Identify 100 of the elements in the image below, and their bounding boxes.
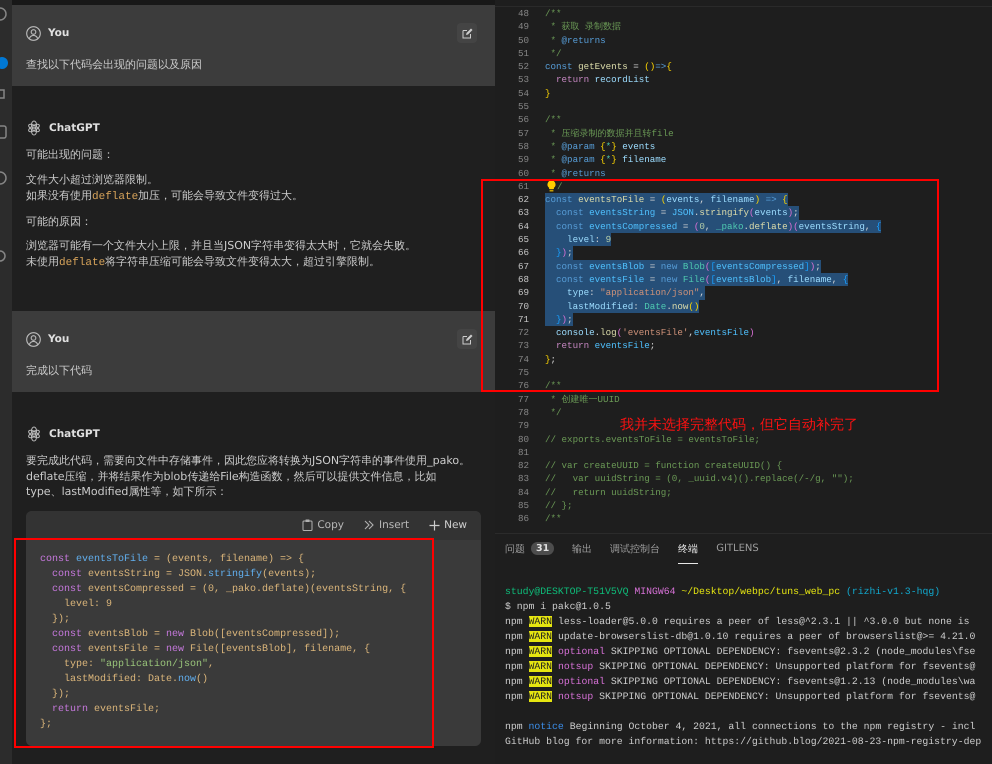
code-action-button[interactable]: Insert [364, 519, 410, 531]
line-number: 55 [516, 100, 529, 114]
panel-tab[interactable]: 终端 [678, 534, 698, 564]
line-number: 85 [516, 498, 529, 512]
lightbulb-icon[interactable] [547, 180, 556, 192]
code-line: const eventsString = JSON.stringify(events); [51, 568, 318, 582]
line-number: 67 [516, 260, 529, 273]
swirl-icon [26, 426, 42, 442]
line-number: 70 [516, 300, 529, 313]
message-text: 完成以下代码 [26, 363, 93, 379]
avatar-icon [26, 332, 41, 346]
line-number: 71 [516, 312, 529, 326]
code-line: const eventsBlob = new Blob([eventsCompressed]); [51, 628, 342, 642]
line-number: 76 [516, 379, 529, 393]
line-number: 54 [516, 86, 529, 100]
line-number: 73 [516, 339, 529, 353]
line-number: 78 [516, 406, 529, 420]
line-number: 81 [516, 446, 529, 460]
code-line: // exports.eventsToFile = eventsToFile; [545, 432, 760, 446]
line-number: 58 [516, 140, 529, 154]
terminal-line: npm WARN optional SKIPPING OPTIONAL DEPENDENCY: fsevents@1.2.13 (node_modules\wa [505, 675, 976, 689]
line-number: 53 [516, 73, 529, 87]
code-line: }; [40, 718, 54, 732]
message-author: ChatGPT [49, 428, 100, 440]
line-number: 75 [516, 366, 529, 380]
code-line: } [545, 86, 551, 100]
terminal-line: npm WARN less-loader@5.0.0 requires a peer of less@^2.3.1 || ^3.0.0 but none is [505, 615, 970, 629]
code-line: * 压缩录制的数据并且转file [550, 126, 674, 140]
code-line: * @returns [550, 166, 606, 180]
code-line: const eventsFile = new File([eventsBlob], filename, { [51, 642, 372, 656]
line-number: 79 [516, 419, 529, 432]
avatar-icon [26, 26, 41, 40]
pencil-icon [462, 28, 472, 38]
panel-tab[interactable]: GITLENS [716, 534, 759, 564]
plus-icon [429, 520, 440, 530]
code-line: const eventsToFile = (events, filename) => { [40, 552, 306, 566]
line-number: 59 [516, 153, 529, 167]
line-number: 86 [516, 512, 529, 526]
code-line: // var createUUID = function createUUID() { [545, 459, 782, 472]
code-line: // var uuidString = (0, _uuid.v4)().replace(/-/g, ""); [545, 472, 854, 486]
double-chevron-icon [364, 520, 375, 530]
code-line: /** [545, 113, 562, 127]
line-number: 74 [516, 352, 529, 366]
line-number: 82 [516, 459, 529, 472]
code-line: * @param {*} filename [550, 153, 666, 167]
panel-tab[interactable]: 问题 31 [505, 534, 554, 564]
code-line: return eventsFile; [555, 339, 656, 353]
message-text: 可能的原因： [26, 214, 93, 229]
code-line: * 获取 录制数据 [550, 20, 622, 34]
line-number: 62 [516, 193, 529, 206]
line-number: 56 [516, 113, 529, 127]
line-number: 77 [516, 392, 529, 406]
line-number: 64 [516, 220, 529, 234]
terminal-line: study@DESKTOP-T51V5VQ MINGW64 ~/Desktop/webpc/tuns_web_pc (rizhi-v1.3-hqg) [505, 585, 942, 599]
code-line: */ [550, 406, 562, 420]
edit-button[interactable] [457, 23, 477, 43]
count-badge: 31 [531, 542, 554, 555]
line-number: 51 [516, 46, 529, 60]
code-line: // }; [545, 498, 573, 512]
panel-tab[interactable]: 输出 [572, 534, 592, 564]
terminal-line: $ npm i pakc@1.0.5 [505, 600, 612, 614]
code-line: return eventsFile; [51, 702, 162, 716]
line-number: 83 [516, 472, 529, 486]
annotation-text: 我并未选择完整代码，但它自动补完了 [620, 418, 858, 433]
terminal-line: npm WARN optional SKIPPING OPTIONAL DEPENDENCY: fsevents@2.3.2 (node_modules\fse [505, 645, 976, 659]
terminal-line: GitHub blog for more information: https://github.blog/2021-08-23-npm-registry-dep [505, 735, 982, 749]
code-line: level: 9 [63, 598, 114, 612]
message-author: ChatGPT [49, 122, 100, 134]
code-line: }); [51, 612, 72, 626]
line-number: 68 [516, 272, 529, 286]
code-line: /** [545, 7, 562, 20]
message-text: 浏览器可能有一个文件大小上限，并且当JSON字符串变得太大时，它就会失败。 [26, 238, 418, 254]
code-line: console.log('eventsFile',eventsFile) [555, 326, 755, 340]
line-number: 49 [516, 20, 529, 34]
line-number: 72 [516, 326, 529, 340]
code-line: const getEvents = ()=>{ [545, 60, 672, 74]
code-line: * @param {*} events [550, 140, 656, 154]
message-author: You [48, 27, 70, 39]
line-number: 69 [516, 286, 529, 300]
line-number: 48 [516, 7, 529, 20]
code-action-button[interactable]: Copy [302, 519, 344, 531]
code-line: lastModified: Date.now() [63, 672, 210, 686]
code-line: * 创建唯一UUID [550, 392, 620, 406]
code-line: }; [545, 352, 556, 366]
message-text: 要完成此代码，需要向文件中存储事件，因此您应将转换为JSON字符串的事件使用_pako。deflate压缩，并将结果作为blob传递给File构造函数，然后可以提供文件信息，比如type、lastModified属性等，如下所示： [26, 453, 472, 500]
line-number: 60 [516, 166, 529, 180]
code-line: */ [550, 46, 562, 60]
code-line: / [557, 180, 563, 194]
message-text: 查找以下代码会出现的问题以及原因 [26, 57, 203, 73]
pencil-icon [462, 334, 472, 344]
code-action-button[interactable]: New [429, 519, 467, 531]
code-line: return recordList [555, 73, 650, 87]
edit-button[interactable] [457, 329, 477, 349]
line-number: 63 [516, 206, 529, 220]
line-number: 57 [516, 126, 529, 140]
message-author: You [48, 333, 70, 345]
code-line: const eventsCompressed = (0, _pako.deflate)(eventsString, { [51, 582, 408, 596]
panel-tab[interactable]: 调试控制台 [610, 534, 660, 564]
line-number: 50 [516, 34, 529, 47]
code-line: }); [51, 688, 72, 702]
